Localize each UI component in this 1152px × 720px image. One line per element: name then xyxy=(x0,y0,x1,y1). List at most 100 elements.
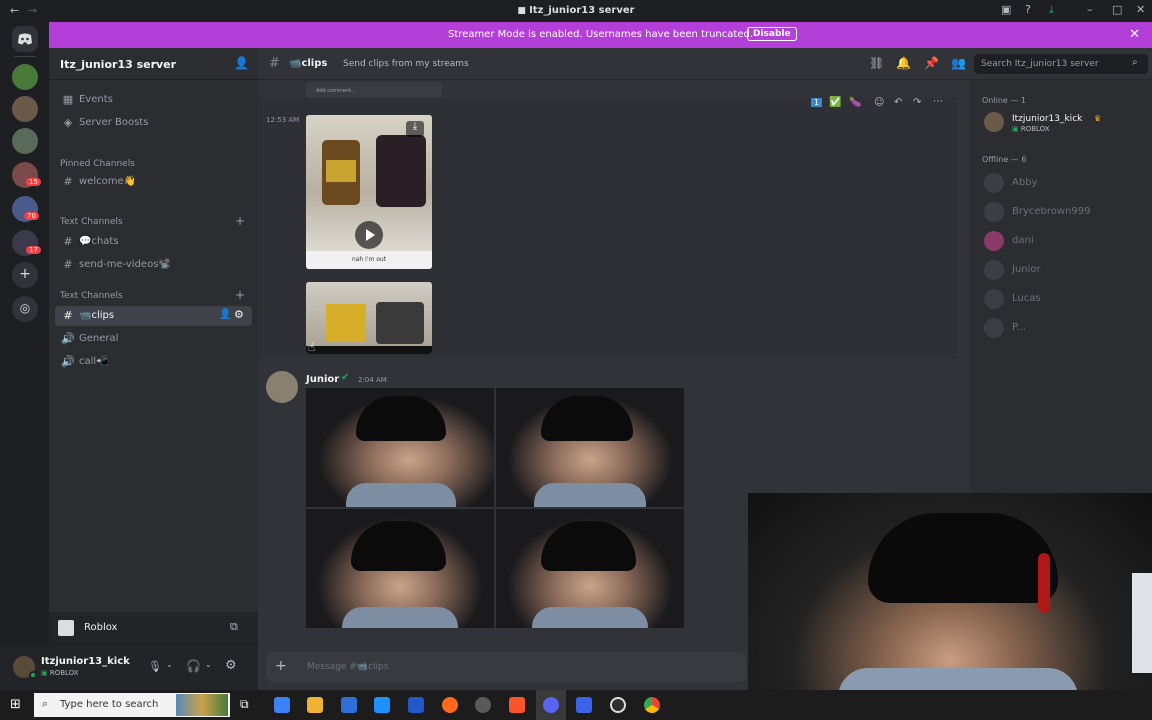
category-text-channels[interactable]: Text Channels xyxy=(60,217,123,227)
channel-welcome[interactable]: # welcome👋 xyxy=(55,172,252,192)
member-item[interactable]: Brycebrown999 xyxy=(980,200,1145,224)
forward-icon[interactable]: ↷ xyxy=(913,97,921,108)
maximize-icon[interactable]: □ xyxy=(1112,3,1122,16)
reply-icon[interactable]: ↶ xyxy=(894,97,902,108)
video-attachment[interactable]: nah i'm out ⤓ xyxy=(306,115,432,269)
message-input[interactable]: Message #📹clips xyxy=(307,662,388,672)
sidebar-item-boosts[interactable]: ◈ Server Boosts xyxy=(55,113,252,133)
category-text-channels-2[interactable]: Text Channels xyxy=(60,291,123,301)
brave-icon[interactable] xyxy=(509,697,525,713)
help-icon[interactable]: ? xyxy=(1025,3,1031,16)
close-banner-icon[interactable]: ✕ xyxy=(1129,27,1140,42)
video-controls[interactable] xyxy=(306,346,432,354)
member-item[interactable]: Junior xyxy=(980,258,1145,282)
channel-call[interactable]: 🔊 call📲 xyxy=(55,352,252,372)
discover-icon[interactable]: ◎ xyxy=(12,296,38,322)
image-attachment-2[interactable] xyxy=(496,388,684,507)
play-button[interactable] xyxy=(355,221,383,249)
add-reaction-icon[interactable]: ☺ xyxy=(874,97,884,108)
member-item[interactable]: dani xyxy=(980,229,1145,253)
globe-icon[interactable] xyxy=(475,697,491,713)
avatar xyxy=(984,202,1004,222)
create-channel-icon[interactable]: + xyxy=(235,214,245,228)
windows-start-icon[interactable]: ⊞ xyxy=(10,697,21,712)
reaction-eggplant-icon[interactable]: 🍆 xyxy=(849,97,861,108)
image-attachment-3[interactable] xyxy=(306,509,494,628)
image-attachment-4[interactable] xyxy=(496,509,684,628)
hashtag-icon: # xyxy=(63,235,73,248)
avatar xyxy=(984,318,1004,338)
inbox-icon[interactable]: ▣ xyxy=(1001,3,1011,16)
invite-people-icon[interactable]: 👤 xyxy=(234,56,249,70)
member-item[interactable]: Itzjunior13_kick ♛ ▣ ROBLOX xyxy=(980,110,1145,134)
taskbar-search[interactable]: ⌕ Type here to search xyxy=(34,693,230,717)
message-timestamp: 2:04 AM xyxy=(358,376,387,384)
file-explorer-icon[interactable] xyxy=(307,697,323,713)
member-item[interactable]: Lucas xyxy=(980,287,1145,311)
member-item[interactable]: Abby xyxy=(980,171,1145,195)
search-input[interactable]: Search Itz_junior13 server ⌕ xyxy=(974,54,1148,74)
close-window-icon[interactable]: ✕ xyxy=(1136,3,1145,16)
task-view-icon[interactable]: ⧉ xyxy=(240,697,249,712)
app-icon[interactable] xyxy=(576,697,592,713)
category-pinned[interactable]: Pinned Channels xyxy=(60,159,135,169)
server-icon-1[interactable] xyxy=(12,64,38,90)
reaction-check-icon[interactable]: ✅ xyxy=(829,97,841,108)
channel-send-me-videos[interactable]: # send-me-videos📽️ xyxy=(55,255,252,275)
channel-name: 📹clips xyxy=(289,58,328,69)
screen-share-icon[interactable]: ⧉ xyxy=(230,620,238,634)
chrome-icon[interactable] xyxy=(644,697,660,713)
message-author[interactable]: Junior xyxy=(306,374,339,385)
download-icon[interactable]: ⤓ xyxy=(406,121,424,137)
discord-taskbar-icon[interactable] xyxy=(543,697,559,713)
disable-button[interactable]: Disable xyxy=(747,27,797,41)
verified-badge-icon: ✔ xyxy=(341,372,350,383)
store-icon[interactable] xyxy=(341,697,357,713)
sidebar-item-events[interactable]: ▦ Events xyxy=(55,90,252,110)
home-discord-icon[interactable] xyxy=(12,26,38,52)
image-attachment-1[interactable] xyxy=(306,388,494,507)
server-icon-2[interactable] xyxy=(12,96,38,122)
pin-icon[interactable]: 📌 xyxy=(924,56,939,70)
copilot-icon[interactable] xyxy=(274,697,290,713)
reaction-one-icon[interactable]: 1 xyxy=(811,98,823,107)
threads-icon[interactable]: ⛓ xyxy=(869,56,884,70)
member-list-icon[interactable]: 👥 xyxy=(951,56,966,70)
gear-icon[interactable]: ⚙ xyxy=(225,658,237,673)
chevron-down-icon[interactable]: ⌄ xyxy=(205,660,212,669)
headphones-icon[interactable]: 🎧 xyxy=(186,659,201,673)
edge-icon[interactable] xyxy=(374,697,390,713)
video-attachment-2[interactable] xyxy=(306,282,432,354)
avatar xyxy=(984,231,1004,251)
obs-icon[interactable] xyxy=(610,697,626,713)
more-options-icon[interactable]: ⋯ xyxy=(933,96,943,107)
add-server-icon[interactable]: + xyxy=(12,262,38,288)
attach-plus-icon[interactable]: + xyxy=(275,658,287,674)
invite-icon[interactable]: 👤 xyxy=(219,309,231,320)
firefox-icon[interactable] xyxy=(442,697,458,713)
calendar-icon: ▦ xyxy=(62,93,74,106)
notification-bell-icon[interactable]: 🔔 xyxy=(896,56,911,70)
microphone-icon[interactable]: 🎙 xyxy=(148,660,162,673)
message-composer[interactable]: + Message #📹clips xyxy=(266,652,746,682)
avatar xyxy=(984,260,1004,280)
gear-icon[interactable]: ⚙ xyxy=(234,308,244,321)
create-channel-icon[interactable]: + xyxy=(235,288,245,302)
chevron-down-icon[interactable]: ⌄ xyxy=(166,660,173,669)
minimize-icon[interactable]: – xyxy=(1087,3,1093,16)
message-toolbar: 1 ✅ 🍆 ☺ ↶ ↷ ⋯ xyxy=(811,96,951,114)
server-header[interactable]: Itz_junior13 server ⌄ 👤 xyxy=(49,48,258,80)
member-item[interactable]: P... xyxy=(980,316,1145,340)
vscode-icon[interactable] xyxy=(408,697,424,713)
server-icon-3[interactable] xyxy=(12,128,38,154)
channel-general[interactable]: 🔊 General xyxy=(55,329,252,349)
video-preview-top[interactable]: Add comment... xyxy=(306,82,442,98)
speaker-icon: 🔊 xyxy=(61,355,75,368)
channel-chats[interactable]: # 💬chats xyxy=(55,232,252,252)
webcam-overlay xyxy=(748,493,1152,690)
username: Itzjunior13_kick xyxy=(41,656,130,667)
avatar[interactable] xyxy=(266,371,298,403)
speaker-icon: 🔊 xyxy=(61,332,75,345)
channel-clips[interactable]: # 📹clips 👤 ⚙ xyxy=(55,306,252,326)
download-icon[interactable]: ⤓ xyxy=(1049,3,1054,17)
